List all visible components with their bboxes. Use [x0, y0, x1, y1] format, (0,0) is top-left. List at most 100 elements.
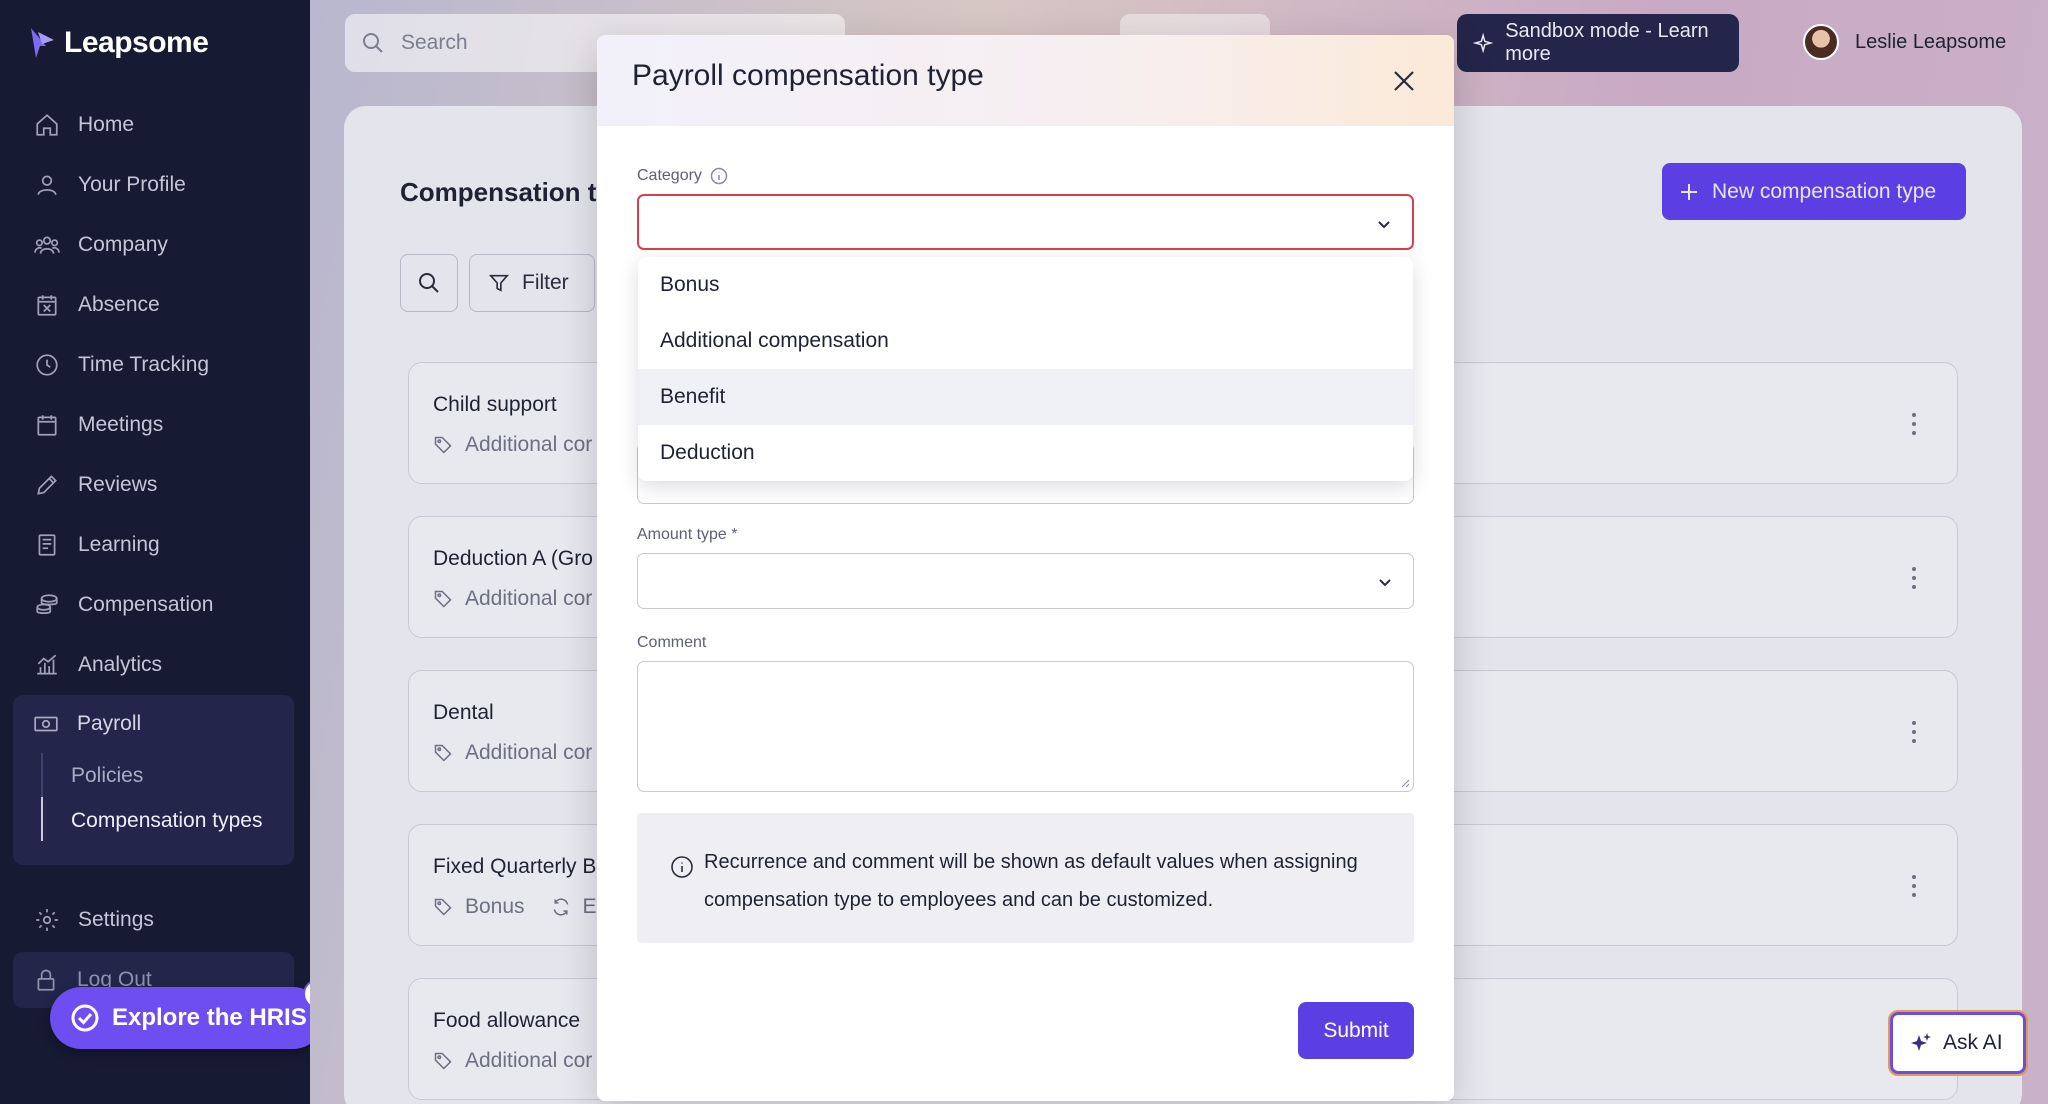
brand-name: Leapsome: [64, 26, 209, 59]
sidebar-item-policies[interactable]: Policies: [41, 753, 294, 798]
more-options-icon[interactable]: [1911, 721, 1917, 743]
option-additional-compensation[interactable]: Additional compensation: [638, 313, 1413, 369]
lock-icon: [37, 969, 55, 991]
filter-button[interactable]: Filter: [469, 254, 595, 312]
search-placeholder: Search: [401, 31, 468, 54]
tag-icon: [434, 898, 452, 916]
row-meta: Additional cor: [433, 741, 592, 765]
page-title: Compensation ty: [400, 177, 611, 207]
amount-type-select[interactable]: [637, 553, 1414, 609]
home-icon: [36, 114, 58, 136]
option-deduction[interactable]: Deduction: [638, 425, 1413, 481]
tag-icon: [434, 1052, 452, 1070]
sidebar-item-home[interactable]: Home: [16, 95, 296, 155]
sidebar-item-your-profile[interactable]: Your Profile: [16, 155, 296, 215]
option-benefit[interactable]: Benefit: [638, 369, 1413, 425]
sidebar-group-payroll: Payroll Policies Compensation types: [13, 695, 294, 865]
submit-button[interactable]: Submit: [1298, 1002, 1414, 1059]
sidebar-item-label: Payroll: [77, 712, 142, 735]
chart-icon: [37, 654, 57, 675]
new-compensation-type-button[interactable]: New compensation type: [1662, 163, 1966, 220]
filter-icon: [488, 274, 510, 292]
row-category: Bonus: [465, 895, 525, 918]
sidebar-item-label: Compensation: [78, 593, 214, 616]
payroll-sub-list: Policies Compensation types: [41, 753, 294, 843]
row-title: Deduction A (Gro: [433, 547, 593, 570]
sandbox-label: Sandbox mode - Learn more: [1505, 20, 1709, 65]
sidebar-item-settings[interactable]: Settings: [16, 890, 296, 950]
sidebar-item-label: Analytics: [78, 653, 163, 676]
sidebar-item-compensation[interactable]: Compensation: [16, 575, 296, 635]
explore-hris-button[interactable]: Explore the HRIS: [50, 987, 324, 1049]
sandbox-mode-button[interactable]: Sandbox mode - Learn more: [1457, 14, 1739, 72]
row-recurrence: E: [582, 895, 597, 918]
ask-ai-button[interactable]: Ask AI: [1888, 1010, 2028, 1076]
tag-icon: [434, 590, 452, 608]
row-category: Additional cor: [465, 1049, 593, 1072]
more-options-icon[interactable]: [1911, 567, 1917, 589]
info-text: Recurrence and comment will be shown as …: [704, 851, 1358, 911]
sidebar-item-label: Meetings: [78, 413, 164, 436]
option-bonus[interactable]: Bonus: [638, 257, 1413, 313]
row-title: Fixed Quarterly B: [433, 855, 597, 878]
sidebar-item-learning[interactable]: Learning: [16, 515, 296, 575]
resize-handle-icon[interactable]: [1400, 778, 1410, 788]
filter-label: Filter: [522, 271, 569, 294]
sidebar-item-label: Reviews: [78, 473, 158, 496]
sidebar-item-label: Company: [78, 233, 168, 256]
sidebar: Leapsome Home Your Profile Company Absen…: [0, 0, 333, 1104]
chevron-down-icon: [1378, 221, 1390, 229]
sidebar-item-reviews[interactable]: Reviews: [16, 455, 296, 515]
sparkle-icon: [1911, 1033, 1931, 1051]
sidebar-item-analytics[interactable]: Analytics: [16, 635, 296, 695]
sidebar-item-company[interactable]: Company: [16, 215, 296, 275]
leapsome-logo[interactable]: Leapsome: [28, 26, 209, 60]
comment-textarea[interactable]: [637, 661, 1414, 792]
row-category: Additional cor: [465, 433, 593, 456]
sidebar-item-label: Settings: [78, 908, 154, 931]
modal-header: Payroll compensation type: [597, 35, 1454, 126]
category-dropdown: Bonus Additional compensation Benefit De…: [638, 257, 1413, 481]
info-icon[interactable]: [710, 167, 728, 185]
chevron-down-icon: [1379, 579, 1391, 587]
row-category: Additional cor: [465, 741, 593, 764]
sidebar-item-label: Home: [78, 113, 135, 136]
people-icon: [34, 236, 60, 254]
plus-icon: [1681, 183, 1697, 200]
user-menu[interactable]: Leslie Leapsome: [1803, 24, 2006, 60]
comment-label: Comment: [637, 634, 707, 651]
more-options-icon[interactable]: [1911, 413, 1917, 435]
more-options-icon[interactable]: [1911, 875, 1917, 897]
search-icon: [419, 273, 439, 293]
user-icon: [37, 175, 57, 196]
recurrence-icon: [553, 898, 568, 916]
new-button-label: New compensation type: [1712, 179, 1937, 203]
sidebar-item-label: Learning: [78, 533, 160, 556]
sidebar-item-label: Your Profile: [78, 173, 186, 196]
sidebar-nav: Home Your Profile Company Absence Time T…: [16, 95, 296, 695]
sidebar-item-compensation-types[interactable]: Compensation types: [41, 798, 294, 843]
amount-type-label: Amount type *: [637, 526, 738, 543]
category-label: Category: [637, 167, 702, 184]
sidebar-item-time-tracking[interactable]: Time Tracking: [16, 335, 296, 395]
category-select[interactable]: [637, 194, 1414, 250]
info-notice: Recurrence and comment will be shown as …: [637, 813, 1414, 943]
sparkle-icon: [1473, 32, 1494, 54]
sidebar-item-payroll[interactable]: Payroll: [13, 695, 294, 753]
list-search-button[interactable]: [400, 254, 458, 312]
sidebar-item-meetings[interactable]: Meetings: [16, 395, 296, 455]
pencil-icon: [37, 475, 57, 495]
modal-title: Payroll compensation type: [632, 59, 984, 92]
sidebar-settings-wrapper: Settings: [16, 890, 296, 950]
avatar: [1803, 24, 1839, 60]
sidebar-item-absence[interactable]: Absence: [16, 275, 296, 335]
banknote-icon: [34, 716, 58, 732]
search-icon: [363, 33, 383, 53]
close-icon: [1394, 71, 1414, 91]
calendar-x-icon: [37, 295, 57, 316]
leapsome-logo-icon: [31, 28, 54, 58]
payroll-compensation-type-dialog: Payroll compensation type Category Bonus…: [597, 35, 1454, 1101]
close-button[interactable]: [1386, 63, 1422, 99]
user-name: Leslie Leapsome: [1855, 30, 2007, 53]
clock-icon: [36, 354, 58, 376]
